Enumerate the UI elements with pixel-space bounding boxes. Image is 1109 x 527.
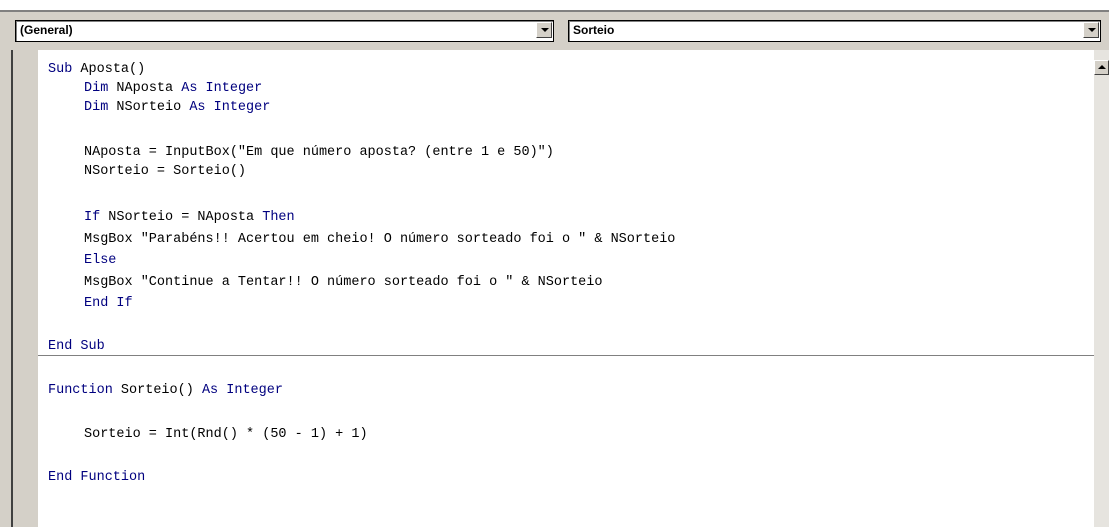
- code-line: End Sub: [48, 339, 105, 354]
- code-line: End If: [84, 296, 133, 311]
- code-line: Sub Aposta(): [48, 62, 146, 77]
- code-line: MsgBox "Continue a Tentar!! O número sor…: [84, 275, 603, 290]
- object-combo-dropdown-button[interactable]: [536, 22, 552, 38]
- chevron-up-icon: [1098, 65, 1106, 69]
- code-line: Dim NAposta As Integer: [84, 81, 263, 96]
- code-line: End Function: [48, 470, 146, 485]
- code-line: Sorteio = Int(Rnd() * (50 - 1) + 1): [84, 427, 368, 442]
- procedure-separator: [38, 355, 1094, 356]
- procedure-combo[interactable]: Sorteio: [568, 20, 1101, 42]
- top-edge-shadow: [0, 10, 1109, 12]
- object-combo[interactable]: (General): [15, 20, 554, 42]
- window-top-border: [0, 0, 1109, 12]
- code-line: MsgBox "Parabéns!! Acertou em cheio! O n…: [84, 232, 676, 247]
- procedure-combo-dropdown-button[interactable]: [1083, 22, 1099, 38]
- code-line: NAposta = InputBox("Em que número aposta…: [84, 145, 554, 160]
- procedure-combo-value: Sorteio: [573, 23, 615, 37]
- chevron-down-icon: [541, 28, 549, 32]
- code-line: If NSorteio = NAposta Then: [84, 210, 295, 225]
- scroll-up-button[interactable]: [1094, 60, 1109, 75]
- code-line: Else: [84, 253, 117, 268]
- object-combo-value: (General): [20, 23, 73, 37]
- code-line: NSorteio = Sorteio(): [84, 164, 247, 179]
- code-line: Function Sorteio() As Integer: [48, 383, 283, 398]
- vertical-scrollbar[interactable]: [1094, 50, 1109, 527]
- chevron-down-icon: [1088, 28, 1096, 32]
- margin-indicator-bar[interactable]: [13, 50, 38, 527]
- code-line: Dim NSorteio As Integer: [84, 100, 271, 115]
